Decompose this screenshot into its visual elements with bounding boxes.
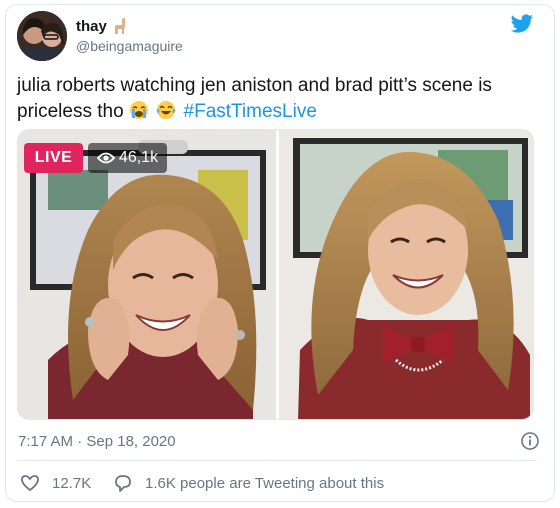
hashtag-link[interactable]: #FastTimesLive — [184, 101, 317, 122]
display-name[interactable]: thay — [76, 17, 129, 35]
like-button[interactable]: 12.7K — [20, 473, 91, 493]
info-icon[interactable] — [520, 431, 540, 451]
viewer-count-badge: 46,1k — [88, 143, 167, 173]
eye-icon — [96, 152, 115, 164]
avatar[interactable] — [17, 11, 67, 61]
llama-icon — [114, 18, 126, 34]
tweet-timestamp[interactable]: 7:17 AM · Sep 18, 2020 — [18, 433, 176, 450]
left-video-frame — [18, 130, 276, 419]
tweeting-about-link[interactable]: 1.6K people are Tweeting about this — [113, 473, 384, 493]
tweet-text: julia roberts watching jen aniston and b… — [17, 73, 537, 125]
viewer-count: 46,1k — [118, 149, 159, 166]
crying-face-icon — [129, 101, 148, 119]
twitter-bird-icon[interactable] — [510, 12, 534, 36]
like-count: 12.7K — [52, 474, 92, 492]
tweeting-about-label[interactable]: 1.6K people are Tweeting about this — [145, 475, 384, 492]
heart-icon[interactable] — [20, 473, 40, 493]
live-badge: LIVE — [24, 143, 83, 173]
tears-of-joy-icon — [156, 101, 176, 119]
speech-bubble-icon — [115, 475, 131, 492]
user-handle[interactable]: @beingamaguire — [76, 38, 183, 54]
right-video-frame — [279, 130, 533, 419]
divider — [17, 460, 537, 461]
